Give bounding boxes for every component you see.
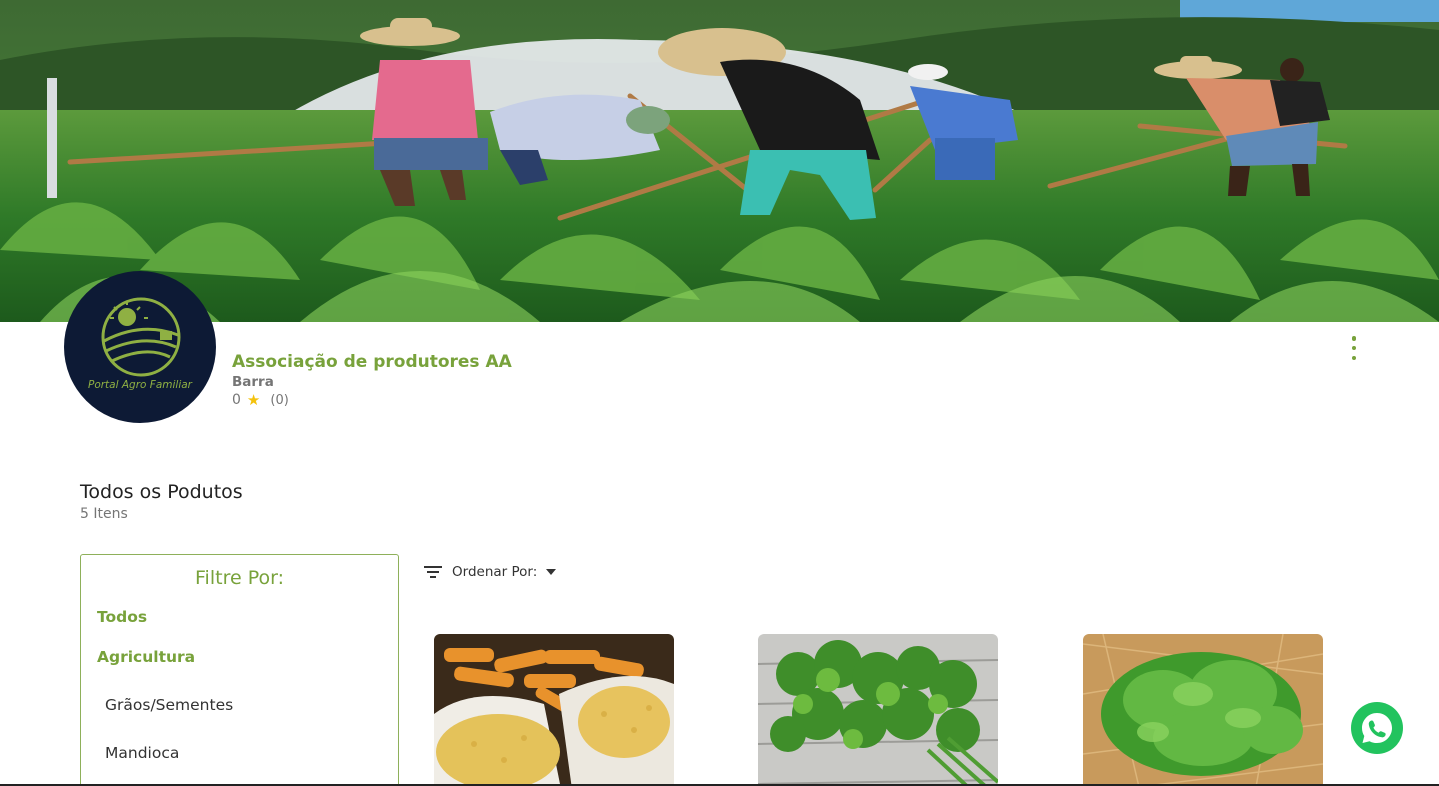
products-count: 5 Itens [80,506,128,522]
caret-down-icon [546,569,557,575]
filter-item-mandioca[interactable]: Mandioca [105,744,179,762]
product-card-cilantro[interactable] [758,634,998,786]
logo-text: Portal Agro Familiar [87,379,192,391]
product-image-lettuce [1083,634,1323,786]
sort-dropdown[interactable]: Ordenar Por: [423,564,557,580]
product-card-corn[interactable] [434,634,674,786]
filter-item-todos[interactable]: Todos [97,608,147,626]
rating-value: 0 [232,392,241,408]
sort-label: Ordenar Por: [452,564,538,580]
filter-panel: Filtre Por: Todos Agricultura Grãos/Seme… [80,554,399,786]
portal-agro-logo-icon [101,297,181,377]
store-avatar: Portal Agro Familiar [64,271,216,423]
products-title: Todos os Podutos [80,481,243,503]
store-rating: 0 ★ (0) [232,391,289,409]
product-card-lettuce[interactable] [1083,634,1323,786]
more-vert-icon[interactable] [1340,333,1368,363]
sort-icon [424,566,442,578]
product-image-corn [434,634,674,786]
filter-title: Filtre Por: [195,567,284,589]
store-page: Portal Agro Familiar Associação de produ… [0,0,1439,786]
filter-item-agricultura[interactable]: Agricultura [97,648,195,666]
store-name: Associação de produtores AA [232,352,512,372]
star-icon: ★ [246,391,261,409]
rating-count: (0) [270,392,289,408]
store-city: Barra [232,374,274,390]
whatsapp-icon [1362,713,1392,743]
product-image-cilantro [758,634,998,786]
filter-item-graos-sementes[interactable]: Grãos/Sementes [105,696,233,714]
whatsapp-button[interactable] [1351,702,1403,754]
